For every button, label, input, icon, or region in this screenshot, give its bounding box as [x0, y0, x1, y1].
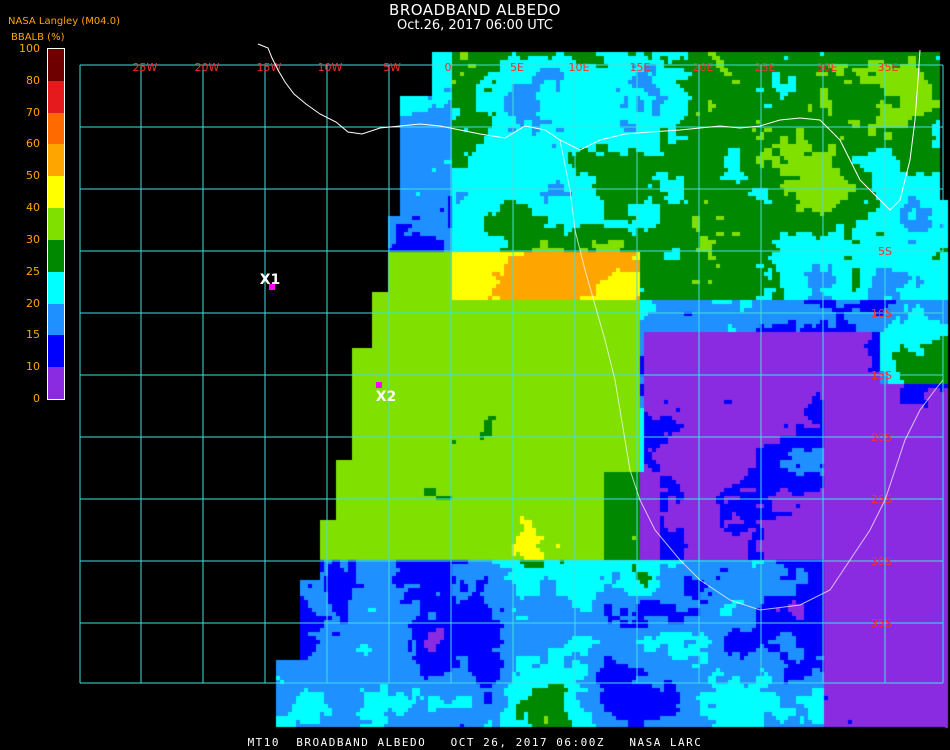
latitude-label: 10S — [871, 307, 892, 320]
longitude-label: 5W — [383, 61, 401, 74]
longitude-label: 30E — [817, 61, 838, 74]
site-marker — [376, 382, 382, 388]
site-marker-label: X2 — [376, 389, 397, 405]
latitude-label: 5S — [878, 245, 892, 258]
longitude-label: 20E — [693, 61, 714, 74]
latitude-label: 25S — [871, 493, 892, 506]
footer-caption: MT10 BROADBAND ALBEDO OCT 26, 2017 06:00… — [247, 736, 703, 749]
longitude-label: 15W — [257, 61, 282, 74]
longitude-label: 20W — [195, 61, 220, 74]
longitude-label: 10E — [569, 61, 590, 74]
longitude-label: 10W — [318, 61, 343, 74]
longitude-label: 35E — [878, 61, 899, 74]
longitude-label: 0 — [445, 61, 452, 74]
latitude-label: 35S — [871, 617, 892, 630]
latitude-label: 15S — [871, 369, 892, 382]
site-marker-label: X1 — [260, 272, 281, 288]
longitude-label: 5E — [510, 61, 524, 74]
longitude-label: 25W — [133, 61, 158, 74]
latitude-label: 30S — [871, 555, 892, 568]
map-overlay: 25W 20W 15W 10W 5W 0 5E 10E 15E 20E 25E 30E 35E 5S 10S… — [79, 43, 944, 684]
latitude-label: 20S — [871, 431, 892, 444]
longitude-label: 25E — [755, 61, 776, 74]
longitude-label: 15E — [630, 61, 651, 74]
